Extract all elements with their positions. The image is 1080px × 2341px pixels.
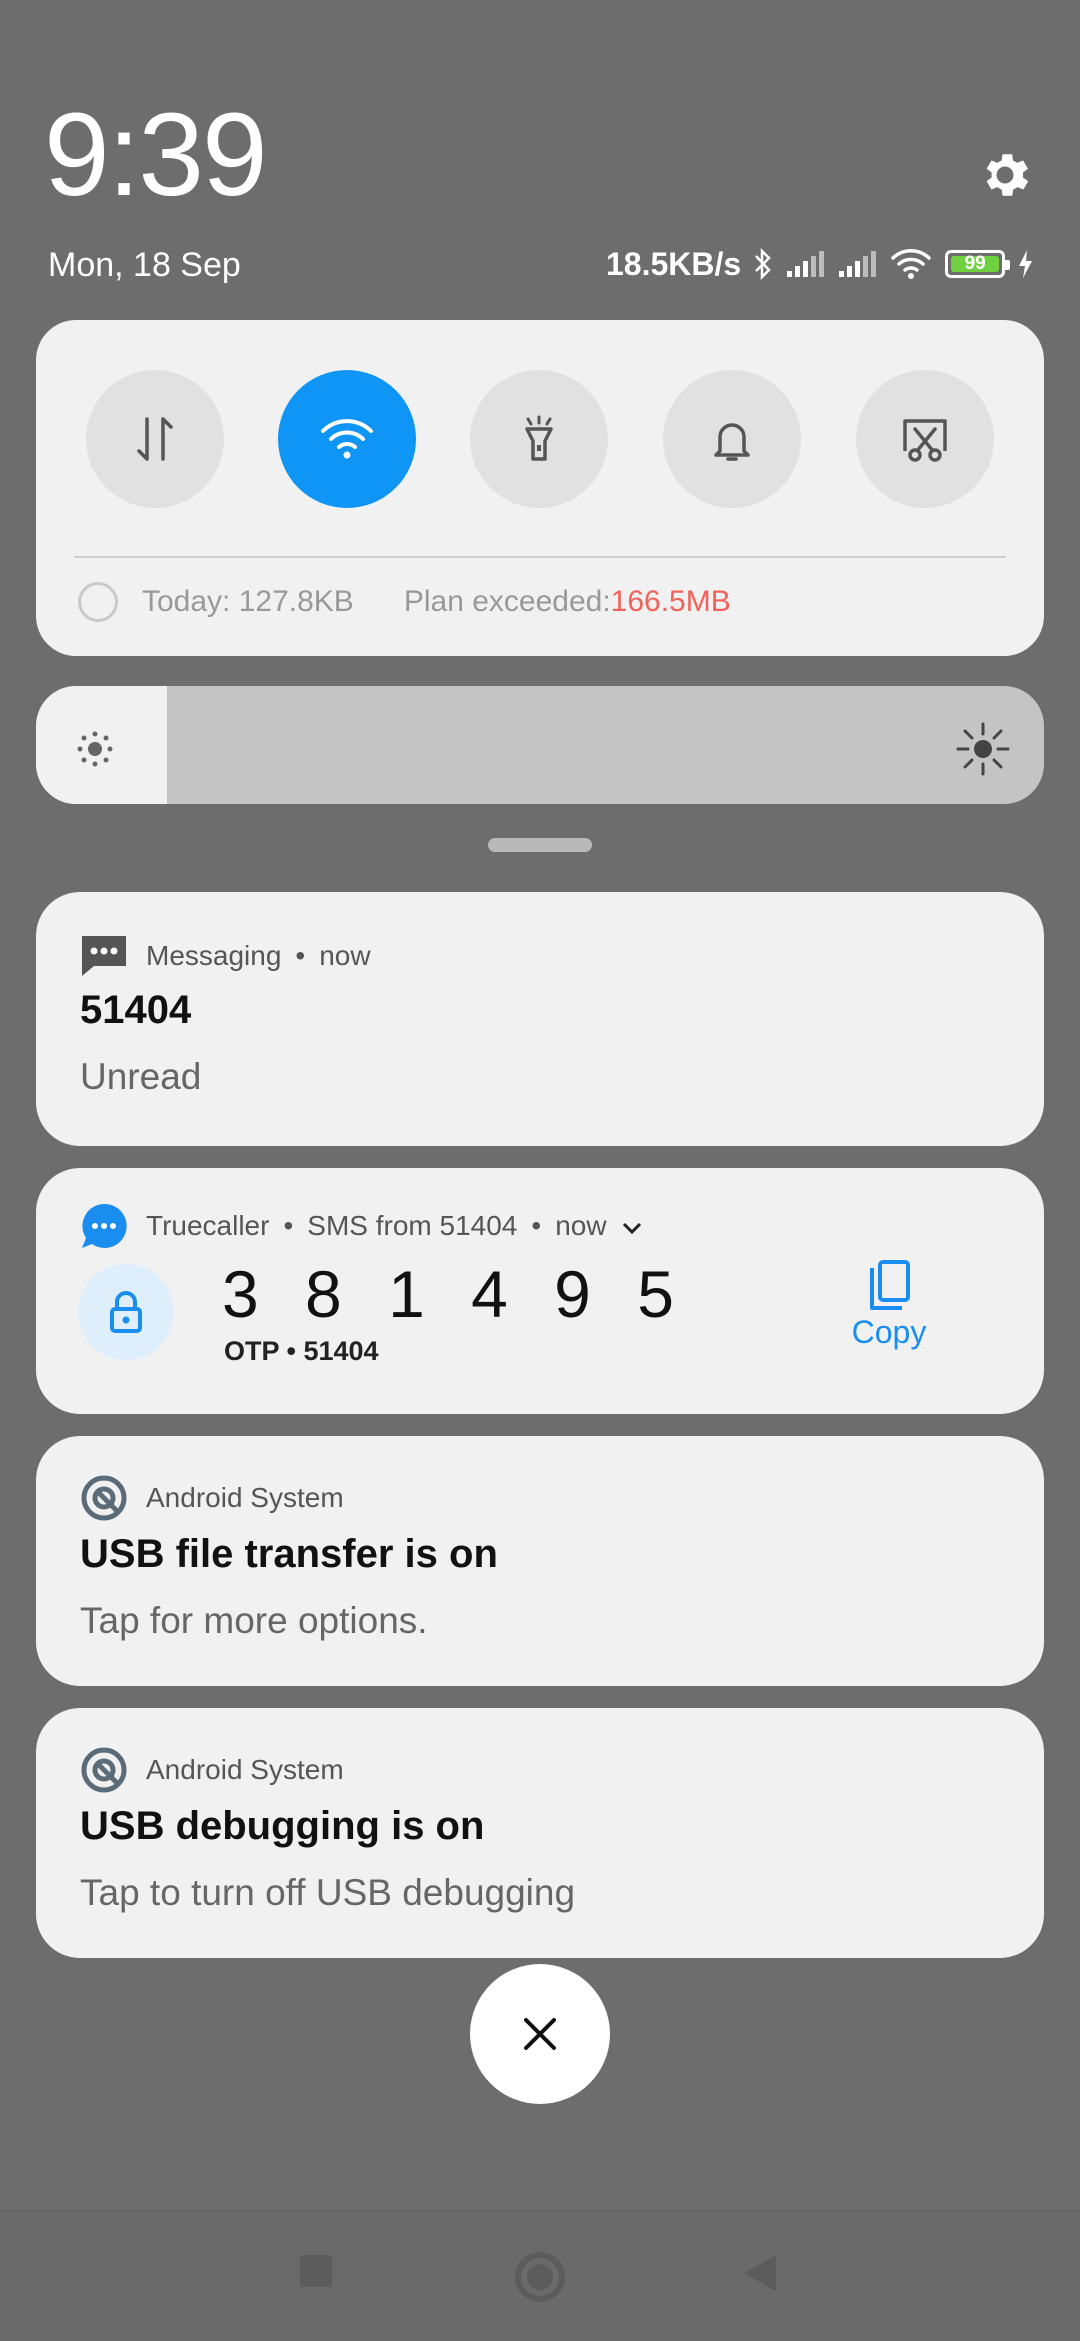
notification-time: now	[555, 1210, 607, 1241]
message-bubble-icon	[80, 932, 128, 980]
mobile-data-toggle[interactable]	[86, 370, 224, 508]
copy-label: Copy	[851, 1314, 927, 1350]
back-button-icon[interactable]	[742, 2253, 778, 2293]
copy-icon	[870, 1260, 910, 1310]
quick-settings-panel: Today: 127.8KB Plan exceeded: 166.5MB	[36, 320, 1044, 656]
settings-gear-icon[interactable]	[976, 146, 1034, 204]
wifi-icon	[321, 419, 373, 459]
flashlight-icon	[525, 415, 553, 461]
truecaller-chat-icon	[80, 1202, 128, 1250]
clock[interactable]: 9:39	[44, 96, 268, 214]
clear-all-button[interactable]	[470, 1964, 610, 2104]
notification-messaging[interactable]: Messaging • now 51404 Unread	[36, 892, 1044, 1146]
network-speed: 18.5KB/s	[606, 245, 742, 282]
notification-body: Tap for more options.	[80, 1600, 428, 1641]
mobile-data-icon	[137, 417, 173, 461]
wifi-status-icon	[889, 248, 933, 280]
otp-source: OTP • 51404	[224, 1336, 379, 1366]
plan-value: 166.5MB	[610, 585, 731, 618]
brightness-slider[interactable]	[36, 686, 1044, 804]
charging-icon	[1017, 249, 1033, 279]
app-name: Truecaller	[146, 1210, 270, 1241]
notification-header: Truecaller • SMS from 51404 • now	[80, 1202, 643, 1250]
sound-toggle[interactable]	[663, 370, 801, 508]
android-system-icon	[80, 1474, 128, 1522]
signal-2-icon	[837, 249, 877, 279]
date[interactable]: Mon, 18 Sep	[48, 246, 241, 285]
home-button-icon[interactable]	[512, 2249, 568, 2305]
recents-button-icon[interactable]	[298, 2253, 334, 2289]
data-usage-ring-icon	[78, 582, 118, 622]
notification-title: USB file transfer is on	[80, 1532, 498, 1576]
android-system-icon	[80, 1746, 128, 1794]
notification-title: 51404	[80, 988, 192, 1032]
notification-header: Messaging • now	[80, 932, 371, 980]
notification-body: Tap to turn off USB debugging	[80, 1872, 576, 1913]
expand-chevron-icon[interactable]	[621, 1210, 643, 1242]
flashlight-toggle[interactable]	[470, 370, 608, 508]
app-name: Messaging	[146, 940, 282, 971]
scissors-screenshot-icon	[903, 419, 947, 462]
notification-truecaller[interactable]: Truecaller • SMS from 51404 • now 3 8 1 …	[36, 1168, 1044, 1414]
otp-code: 3 8 1 4 9 5	[222, 1257, 688, 1331]
bell-icon	[714, 423, 750, 461]
notification-usb-debugging[interactable]: Android System USB debugging is on Tap t…	[36, 1708, 1044, 1958]
quick-settings-divider	[74, 556, 1006, 558]
notification-title: USB debugging is on	[80, 1804, 485, 1848]
notification-subtitle: SMS from 51404	[307, 1210, 518, 1241]
data-usage[interactable]: Today: 127.8KB Plan exceeded: 166.5MB	[78, 582, 731, 622]
notification-header: Android System	[80, 1746, 344, 1794]
status-bar: 18.5KB/s 99	[606, 242, 1033, 286]
lock-icon	[78, 1264, 174, 1360]
navigation-bar	[0, 2210, 1080, 2341]
battery-icon: 99	[945, 250, 1011, 278]
copy-button[interactable]: Copy	[834, 1258, 944, 1351]
battery-level: 99	[951, 253, 1000, 274]
notification-body: Unread	[80, 1056, 202, 1097]
notification-header: Android System	[80, 1474, 344, 1522]
app-name: Android System	[146, 1482, 344, 1513]
app-name: Android System	[146, 1754, 344, 1785]
screenshot-toggle[interactable]	[856, 370, 994, 508]
plan-label: Plan exceeded:	[403, 585, 611, 618]
notification-usb-transfer[interactable]: Android System USB file transfer is on T…	[36, 1436, 1044, 1686]
signal-1-icon	[785, 249, 825, 279]
brightness-high-icon	[956, 722, 1010, 776]
bluetooth-icon	[753, 247, 773, 281]
brightness-low-icon	[77, 731, 113, 767]
wifi-toggle[interactable]	[278, 370, 416, 508]
notification-time: now	[319, 940, 371, 971]
close-icon	[524, 2018, 556, 2050]
panel-handle[interactable]	[488, 838, 592, 852]
today-usage: Today: 127.8KB	[142, 585, 354, 618]
